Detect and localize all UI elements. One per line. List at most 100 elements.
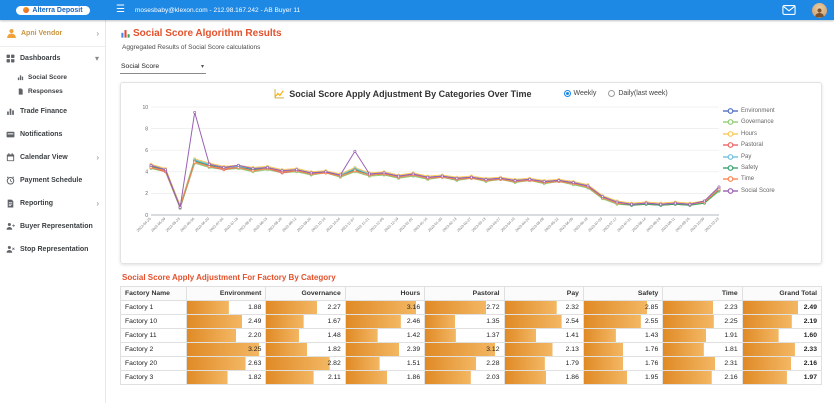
- user-session-info: mosesbaby@klexon.com - 212.98.167.242 - …: [135, 7, 300, 14]
- score-value-cell: 2.23: [663, 301, 742, 315]
- legend-item-social-score[interactable]: Social Score: [723, 187, 803, 195]
- sidebar-item-notifications[interactable]: Notifications: [0, 123, 105, 146]
- legend-item-pastoral[interactable]: Pastoral: [723, 141, 803, 149]
- person-icon: [6, 28, 17, 39]
- topbar: Alterra Deposit ☰ mosesbaby@klexon.com -…: [0, 0, 834, 20]
- svg-text:2023-06-05: 2023-06-05: [558, 217, 574, 233]
- person-arrow-icon: [6, 222, 15, 231]
- chevron-right-icon: ›: [96, 154, 99, 162]
- sidebar-item-stop-representation[interactable]: Stop Representation: [0, 238, 105, 261]
- chart-icon: [6, 107, 15, 116]
- score-value-cell: 2.13: [504, 343, 583, 357]
- table-section-title: Social Score Apply Adjustment For Factor…: [122, 273, 822, 282]
- doc-icon: [17, 88, 24, 95]
- score-value-cell: 1.67: [266, 315, 345, 329]
- sidebar-item-trade-finance[interactable]: Trade Finance: [0, 100, 105, 123]
- col-safety: Safety: [583, 287, 662, 301]
- svg-text:2022-11-07: 2022-11-07: [340, 217, 356, 233]
- svg-text:2022-09-26: 2022-09-26: [296, 217, 312, 233]
- sidebar-item-apni-vendor[interactable]: Apni Vendor ›: [0, 21, 105, 47]
- svg-text:2023-07-03: 2023-07-03: [587, 217, 603, 233]
- sidebar-item-calendar-view[interactable]: Calendar View›: [0, 146, 105, 169]
- chart-title: Social Score Apply Adjustment By Categor…: [289, 89, 531, 99]
- factory-name-cell: Factory 11: [121, 329, 187, 343]
- legend-marker-icon: [723, 107, 738, 115]
- score-type-select[interactable]: Social Score ▾: [120, 61, 206, 74]
- legend-marker-icon: [723, 130, 738, 138]
- score-value-cell: 1.81: [663, 343, 742, 357]
- report-icon: [6, 199, 15, 208]
- legend-item-pay[interactable]: Pay: [723, 153, 803, 161]
- score-value-cell: 1.51: [345, 357, 424, 371]
- score-value-cell: 2.27: [266, 301, 345, 315]
- score-value-cell: 1.60: [742, 329, 821, 343]
- svg-text:2022-07-04: 2022-07-04: [209, 217, 225, 233]
- mail-icon[interactable]: [782, 5, 796, 15]
- svg-text:2022-08-29: 2022-08-29: [267, 217, 283, 233]
- sidebar-subitem-social-score[interactable]: Social Score: [15, 70, 105, 84]
- col-time: Time: [663, 287, 742, 301]
- score-value-cell: 1.82: [187, 371, 266, 385]
- legend-item-governance[interactable]: Governance: [723, 118, 803, 126]
- chevron-right-icon: ›: [96, 200, 99, 208]
- score-value-cell: 2.46: [345, 315, 424, 329]
- sidebar-item-reporting[interactable]: Reporting›: [0, 192, 105, 215]
- score-value-cell: 1.42: [345, 329, 424, 343]
- legend-item-safety[interactable]: Safety: [723, 164, 803, 172]
- chart-icon: [17, 74, 24, 81]
- bar-chart-icon: [120, 28, 131, 39]
- chevron-down-icon: ▾: [201, 63, 204, 70]
- score-value-cell: 1.82: [266, 343, 345, 357]
- person-x-icon: [6, 245, 15, 254]
- sidebar-subitem-responses[interactable]: Responses: [15, 84, 105, 98]
- svg-text:2022-08-15: 2022-08-15: [252, 217, 268, 233]
- svg-text:2023-03-13: 2023-03-13: [471, 217, 487, 233]
- hamburger-menu-icon[interactable]: ☰: [116, 5, 125, 15]
- sidebar-item-buyer-representation[interactable]: Buyer Representation: [0, 215, 105, 238]
- svg-text:2023-10-09: 2023-10-09: [689, 217, 705, 233]
- score-value-cell: 2.20: [187, 329, 266, 343]
- table-header-row: Factory NameEnvironmentGovernanceHoursPa…: [121, 287, 822, 301]
- svg-text:2023-02-13: 2023-02-13: [442, 217, 458, 233]
- sidebar-item-payment-schedule[interactable]: Payment Schedule: [0, 169, 105, 192]
- svg-text:2023-06-19: 2023-06-19: [573, 217, 589, 233]
- factory-name-cell: Factory 20: [121, 357, 187, 371]
- score-value-cell: 2.54: [504, 315, 583, 329]
- score-value-cell: 2.16: [663, 371, 742, 385]
- svg-text:2022-08-01: 2022-08-01: [238, 217, 254, 233]
- score-value-cell: 1.95: [583, 371, 662, 385]
- page-title: Social Score Algorithm Results: [120, 28, 822, 39]
- svg-text:2023-01-16: 2023-01-16: [413, 217, 429, 233]
- legend-marker-icon: [723, 118, 738, 126]
- radio-weekly[interactable]: Weekly: [564, 90, 597, 97]
- legend-item-environment[interactable]: Environment: [723, 107, 803, 115]
- sidebar-item-dashboards[interactable]: Dashboards▾: [0, 47, 105, 70]
- app-logo[interactable]: Alterra Deposit: [16, 6, 89, 15]
- avatar[interactable]: [812, 3, 827, 18]
- score-value-cell: 1.79: [504, 357, 583, 371]
- score-value-cell: 1.97: [742, 371, 821, 385]
- col-environment: Environment: [187, 287, 266, 301]
- legend-marker-icon: [723, 175, 738, 183]
- chart-card: Social Score Apply Adjustment By Categor…: [120, 82, 822, 264]
- svg-text:4: 4: [145, 170, 148, 176]
- svg-text:2: 2: [145, 191, 148, 197]
- radio-daily-last-week[interactable]: Daily(last week): [608, 90, 667, 97]
- legend-item-time[interactable]: Time: [723, 175, 803, 183]
- svg-text:2022-10-24: 2022-10-24: [325, 217, 341, 233]
- svg-text:8: 8: [145, 126, 148, 132]
- col-grand-total: Grand Total: [742, 287, 821, 301]
- svg-text:2023-02-27: 2023-02-27: [456, 217, 472, 233]
- chevron-right-icon: ›: [96, 30, 99, 38]
- svg-text:2022-04-25: 2022-04-25: [136, 217, 152, 233]
- main-content: Social Score Algorithm Results Aggregate…: [106, 20, 834, 403]
- page-subtitle: Aggregated Results of Social Score calcu…: [122, 44, 822, 51]
- clock-icon: [6, 176, 15, 185]
- score-value-cell: 1.35: [425, 315, 504, 329]
- dashboard-icon: [6, 54, 15, 63]
- legend-item-hours[interactable]: Hours: [723, 130, 803, 138]
- vendor-label: Apni Vendor: [21, 30, 92, 37]
- calendar-icon: [6, 153, 15, 162]
- logo-text: Alterra Deposit: [32, 7, 82, 14]
- chart-legend: Environment Governance Hours Pastoral Pay Saf…: [723, 99, 803, 263]
